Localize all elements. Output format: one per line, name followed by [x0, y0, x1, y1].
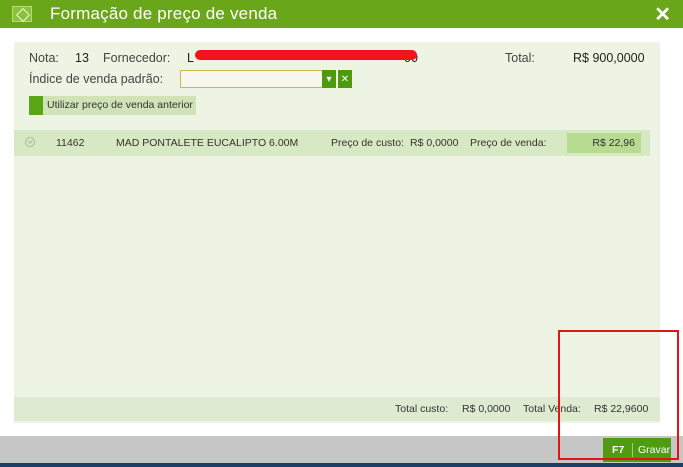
total-label: Total:	[505, 51, 535, 65]
indice-label: Índice de venda padrão:	[29, 72, 164, 86]
cost-price-value: R$ 0,0000	[410, 137, 459, 149]
dialog-window: Formação de preço de venda ✕ Nota: 13 Fo…	[0, 0, 683, 467]
sale-price-label: Preço de venda:	[470, 137, 547, 149]
annotation-highlight-box	[558, 330, 679, 460]
sale-price-input[interactable]: R$ 22,96	[567, 133, 641, 153]
total-cost-label: Total custo:	[395, 403, 449, 415]
total-value: R$ 900,0000	[573, 51, 645, 65]
close-icon[interactable]: ✕	[654, 2, 671, 27]
item-description: MAD PONTALETE EUCALIPTO 6.00M	[116, 137, 299, 149]
taskbar-strip	[0, 463, 683, 467]
use-previous-price-label: Utilizar preço de venda anterior	[47, 99, 193, 111]
redaction-mark	[195, 50, 417, 60]
use-previous-price-button[interactable]: Utilizar preço de venda anterior	[29, 96, 196, 115]
indice-select[interactable]	[180, 70, 336, 88]
title-bar: Formação de preço de venda ✕	[0, 0, 683, 28]
table-row[interactable]: 11462 MAD PONTALETE EUCALIPTO 6.00M Preç…	[14, 130, 650, 156]
fornecedor-label: Fornecedor:	[103, 51, 171, 65]
nota-value: 13	[75, 51, 89, 65]
item-code: 11462	[56, 137, 85, 149]
total-cost-value: R$ 0,0000	[462, 403, 511, 415]
expand-row-icon[interactable]	[25, 137, 35, 147]
clear-icon[interactable]: ✕	[338, 70, 352, 88]
button-square-icon	[29, 96, 43, 115]
cost-price-label: Preço de custo:	[331, 137, 404, 149]
nota-label: Nota:	[29, 51, 59, 65]
window-title: Formação de preço de venda	[50, 4, 278, 23]
app-icon	[12, 6, 32, 22]
fornecedor-value-start: L	[187, 51, 194, 65]
sale-price-value: R$ 22,96	[592, 137, 635, 149]
dropdown-arrow-icon[interactable]: ▾	[322, 70, 336, 88]
